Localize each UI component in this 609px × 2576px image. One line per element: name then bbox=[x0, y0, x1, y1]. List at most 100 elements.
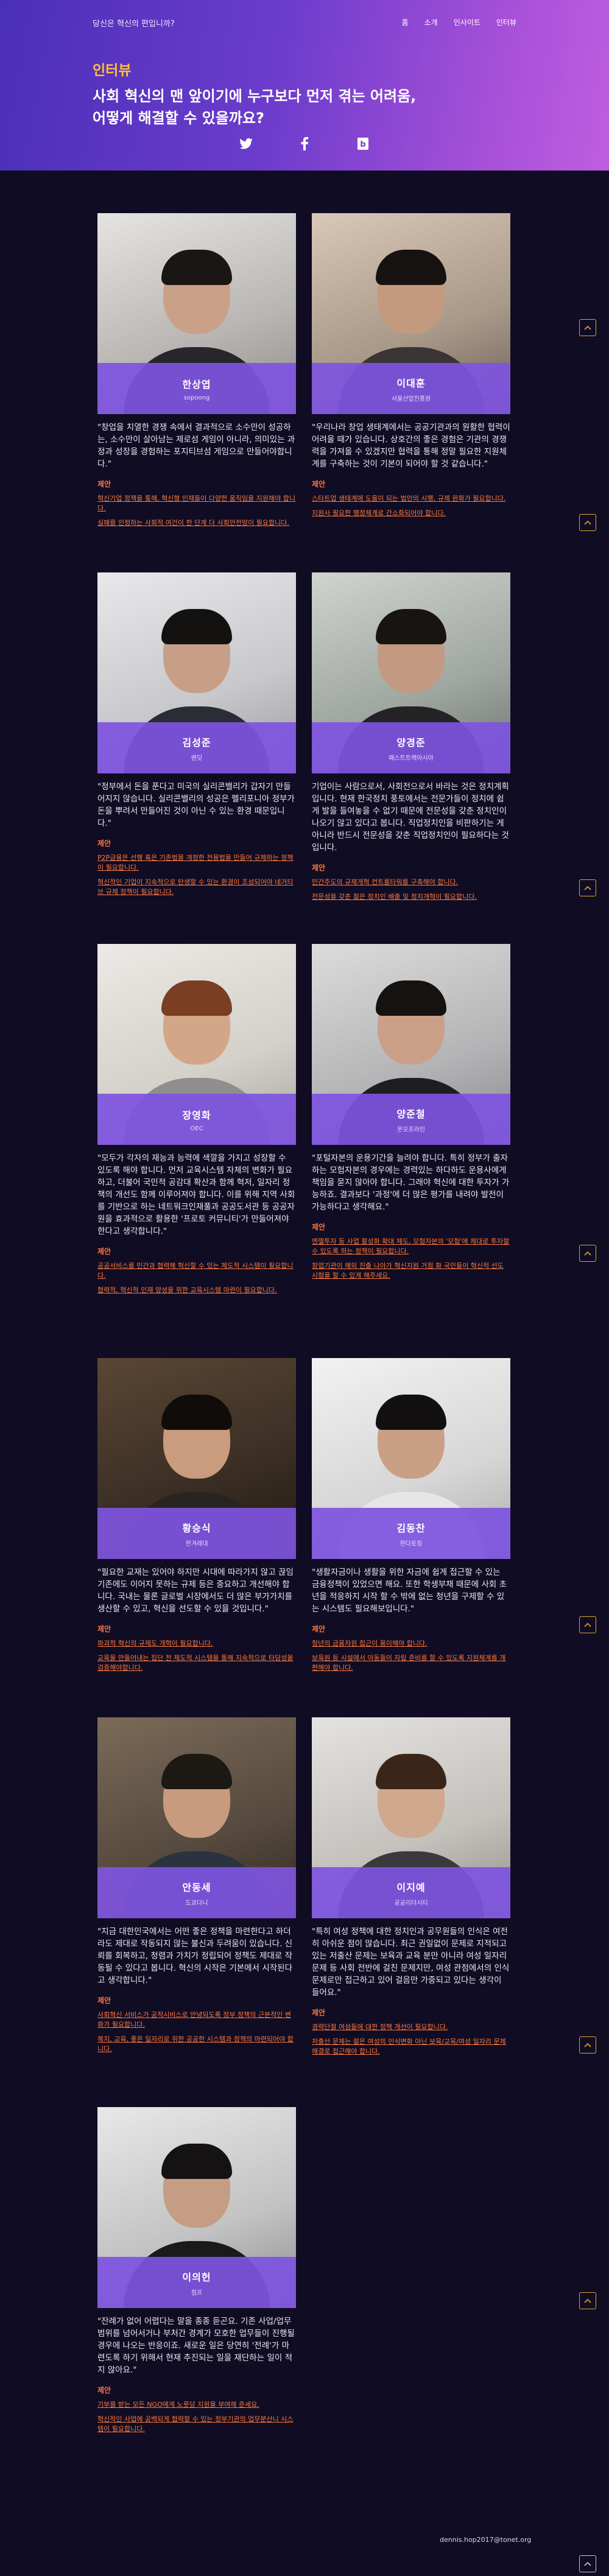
scroll-up-button[interactable] bbox=[579, 514, 596, 531]
site-title[interactable]: 당신은 혁신의 편입니까? bbox=[93, 17, 175, 29]
person-org: OEC bbox=[190, 1125, 203, 1132]
footer-email[interactable]: dennis.hop2017@tonet.org bbox=[440, 2536, 531, 2544]
proposal-link[interactable]: 협력적, 혁신적 인재 양성을 위한 교육시스템 마련이 필요합니다. bbox=[97, 1286, 296, 1295]
twitter-icon[interactable] bbox=[238, 135, 255, 152]
nav-item-insight[interactable]: 인사이트 bbox=[454, 17, 481, 27]
interview-card: 이대훈 서울산업진흥원 "우리나라 창업 생태계에서는 공공기관과의 원활한 협… bbox=[312, 213, 510, 518]
proposal-link[interactable]: 창업기관이 해외 진출 나아가 혁신지원 거점 화 국민들이 혁신적 선도 시험… bbox=[312, 1261, 510, 1281]
nameplate: 양준철 온오프라인 bbox=[312, 1094, 510, 1145]
portrait-photo: 이지예 공공리더시티 bbox=[312, 1717, 510, 1918]
chevron-up-icon bbox=[584, 1251, 591, 1256]
portrait-photo: 김성준 렌딧 bbox=[97, 572, 296, 773]
person-org: 도쿄다니 bbox=[185, 1899, 208, 1907]
interview-card: 황승식 한겨레대 "필요한 교재는 있어야 하지만 시대에 따라가지 않고 끊임… bbox=[97, 1358, 296, 1673]
person-name: 황승식 bbox=[182, 1522, 211, 1534]
scroll-up-button[interactable] bbox=[579, 2036, 596, 2053]
proposal-label: 제안 bbox=[97, 1996, 111, 2005]
svg-text:b: b bbox=[360, 140, 365, 149]
proposal-link[interactable]: 스타트업 생태계에 도움이 되는 법안의 시행, 규제 완화가 필요합니다. bbox=[312, 494, 510, 504]
person-name: 이대훈 bbox=[396, 377, 426, 389]
scroll-up-button[interactable] bbox=[579, 879, 596, 896]
scroll-up-button[interactable] bbox=[579, 2292, 596, 2309]
person-name: 양경준 bbox=[396, 736, 426, 748]
proposal-link[interactable]: 전문성을 갖춘 젊은 정치인 배출 및 정치개혁이 필요합니다. bbox=[312, 892, 510, 902]
interview-quote: "잔례가 없어 어렵다는 말을 종종 듣곤요. 기존 사업/업무 범위를 넘어서… bbox=[97, 2317, 295, 2375]
interview-quote: "생활자금이나 생활을 위한 자금에 쉽게 접근할 수 있는 금융정책이 있었으… bbox=[312, 1568, 507, 1614]
portrait-photo: 안동세 도쿄다니 bbox=[97, 1717, 296, 1918]
proposal-link[interactable]: 민간주도의 규제개혁 컨트롤타워를 구축해야 합니다. bbox=[312, 878, 510, 887]
nav-item-home[interactable]: 홈 bbox=[402, 17, 409, 27]
person-name: 김성준 bbox=[182, 736, 211, 748]
person-name: 이지예 bbox=[396, 1881, 426, 1893]
page-title: 사회 혁신의 맨 앞이기에 누구보다 먼저 겪는 어려움, 어떻게 해결할 수 … bbox=[93, 85, 519, 129]
proposal-link[interactable]: 지원사 필요한 행정체계로 간소화되어야 합니다. bbox=[312, 509, 510, 518]
proposal-label: 제안 bbox=[312, 1223, 326, 1231]
proposal-link[interactable]: 공공서비스를 민간과 협력해 혁신할 수 있는 제도적 시스템이 필요합니다. bbox=[97, 1261, 296, 1281]
proposal-link[interactable]: 실패를 인정하는 사회적 여건이 한 단계 더 사회안전망이 필요합니다. bbox=[97, 518, 296, 528]
person-org: 공공리더시티 bbox=[394, 1899, 428, 1907]
portrait-photo: 황승식 한겨레대 bbox=[97, 1358, 296, 1559]
nameplate: 이대훈 서울산업진흥원 bbox=[312, 363, 510, 414]
interview-quote: "필요한 교재는 있어야 하지만 시대에 따라가지 않고 끊임 기존에도 이어지… bbox=[97, 1568, 294, 1614]
nav-item-about[interactable]: 소개 bbox=[424, 17, 438, 27]
proposal-link[interactable]: 혁신적인 기업이 지속적으로 탄생할 수 있는 환경이 조성되어야 네거티브 규… bbox=[97, 878, 296, 897]
nameplate: 김동찬 한다토징 bbox=[312, 1508, 510, 1559]
nameplate: 한상엽 sopoong bbox=[97, 363, 296, 414]
scroll-up-button[interactable] bbox=[579, 1616, 596, 1633]
person-name: 양준철 bbox=[396, 1108, 426, 1120]
person-org: 한겨레대 bbox=[185, 1540, 208, 1547]
person-name: 안동세 bbox=[182, 1881, 211, 1893]
proposal-link[interactable]: 보육원 등 시설에서 아동들이 자립 준비를 할 수 있도록 지원체계를 개편해… bbox=[312, 1653, 510, 1673]
interview-quote: "우리나라 창업 생태계에서는 공공기관과의 원활한 협력이 어려울 때가 있습… bbox=[312, 423, 510, 469]
nameplate: 이지예 공공리더시티 bbox=[312, 1867, 510, 1918]
proposal-link[interactable]: 혁신기업 정책을 통해, 혁신형 인재들이 다양한 움직임을 지원해야 합니다. bbox=[97, 494, 296, 513]
interview-quote: "특히 여성 정책에 대한 정치인과 공무원들의 인식은 여전히 아쉬운 점이 … bbox=[312, 1927, 510, 1997]
proposal-label: 제안 bbox=[312, 2008, 326, 2017]
chevron-up-icon bbox=[584, 2043, 591, 2047]
proposal-link[interactable]: 저출산 문제는 젊은 여성의 인식변화 아닌 보육/교육/여성 일자리 문제 해… bbox=[312, 2037, 510, 2057]
portrait-photo: 이의헌 점프 bbox=[97, 2107, 296, 2308]
hero-header: 당신은 혁신의 편입니까? 홈 소개 인사이트 인터뷰 인터뷰 사회 혁신의 맨… bbox=[0, 0, 609, 171]
proposal-label: 제안 bbox=[97, 1625, 111, 1633]
top-nav: 홈 소개 인사이트 인터뷰 bbox=[402, 17, 516, 27]
back-to-top-button[interactable] bbox=[579, 2555, 596, 2572]
facebook-icon[interactable] bbox=[296, 135, 313, 152]
proposal-label: 제안 bbox=[312, 864, 326, 872]
proposal-link[interactable]: P2P금융은 선행 혹은 기존법을 개정한 전용법을 만들어 규제하는 정책이 … bbox=[97, 853, 296, 873]
interview-card: 양준철 온오프라인 "포털자본의 운용기간을 늘려야 합니다. 특히 정부가 출… bbox=[312, 944, 510, 1281]
person-org: 패스트트랙아시아 bbox=[389, 755, 434, 762]
proposal-link[interactable]: 청년의 금융자원 접근이 용이해야 합니다. bbox=[312, 1639, 510, 1649]
person-name: 김동찬 bbox=[396, 1522, 426, 1534]
scroll-up-button[interactable] bbox=[579, 319, 596, 336]
portrait-photo: 장영화 OEC bbox=[97, 944, 296, 1145]
nameplate: 안동세 도쿄다니 bbox=[97, 1867, 296, 1918]
section-label: 인터뷰 bbox=[93, 63, 132, 79]
bookmark-icon[interactable]: b bbox=[354, 135, 371, 152]
proposal-link[interactable]: 경력단절 여성들에 대한 정책 개선이 필요합니다. bbox=[312, 2022, 510, 2032]
proposal-link[interactable]: 복지, 교육, 좋은 일자리로 위한 공공한 시스템과 정책의 마련되어야 합니… bbox=[97, 2035, 296, 2054]
proposal-label: 제안 bbox=[97, 480, 111, 488]
chevron-up-icon bbox=[584, 325, 591, 330]
interview-card: 김성준 렌딧 "정부에서 돈을 푼다고 미국의 실리콘밸리가 갑자기 만들어지지… bbox=[97, 572, 296, 897]
interview-quote: "포털자본의 운용기간을 늘려야 합니다. 특히 정부가 출자하는 모험자본의 … bbox=[312, 1153, 510, 1212]
scroll-up-button[interactable] bbox=[579, 1245, 596, 1262]
proposal-link[interactable]: 교육을 만들어내는 집단 전 제도적 시스템을 통해 지속적으로 타당성을 검증… bbox=[97, 1653, 296, 1673]
person-name: 장영화 bbox=[182, 1109, 211, 1121]
proposal-link[interactable]: 파괴적 혁신의 규제도 개혁이 필요합니다. bbox=[97, 1639, 296, 1649]
proposal-label: 제안 bbox=[97, 839, 111, 848]
proposal-label: 제안 bbox=[97, 1247, 111, 1256]
proposal-link[interactable]: 사회혁신 서비스가 공적시비스로 안녕되도록 정부 정책의 근본적인 변화가 필… bbox=[97, 2010, 296, 2030]
portrait-photo: 김동찬 한다토징 bbox=[312, 1358, 510, 1559]
page-title-line-2: 어떻게 해결할 수 있을까요? bbox=[93, 110, 264, 127]
person-name: 한상엽 bbox=[182, 378, 211, 390]
portrait-photo: 이대훈 서울산업진흥원 bbox=[312, 213, 510, 414]
person-org: 서울산업진흥원 bbox=[391, 395, 431, 403]
chevron-up-icon bbox=[584, 1622, 591, 1627]
proposal-link[interactable]: 기부를 받는 모든 NGO에게 노릇당 지원을 부여해 준세요. bbox=[97, 2400, 296, 2410]
proposal-link[interactable]: 혁신적인 사업에 공백되게 협력할 수 있는 정부기관의 업무분산니 시스템이 … bbox=[97, 2415, 296, 2434]
proposal-link[interactable]: 엔젤투자 등 사업 활성화 확대 제도, 모험자본의 '모험'에 제대로 투자할… bbox=[312, 1237, 510, 1256]
interview-quote: "정부에서 돈을 푼다고 미국의 실리콘밸리가 갑자기 만들어지지 않습니다. … bbox=[97, 782, 295, 828]
person-org: 렌딧 bbox=[191, 755, 203, 762]
nav-item-interview[interactable]: 인터뷰 bbox=[496, 17, 516, 27]
chevron-up-icon bbox=[584, 2298, 591, 2303]
